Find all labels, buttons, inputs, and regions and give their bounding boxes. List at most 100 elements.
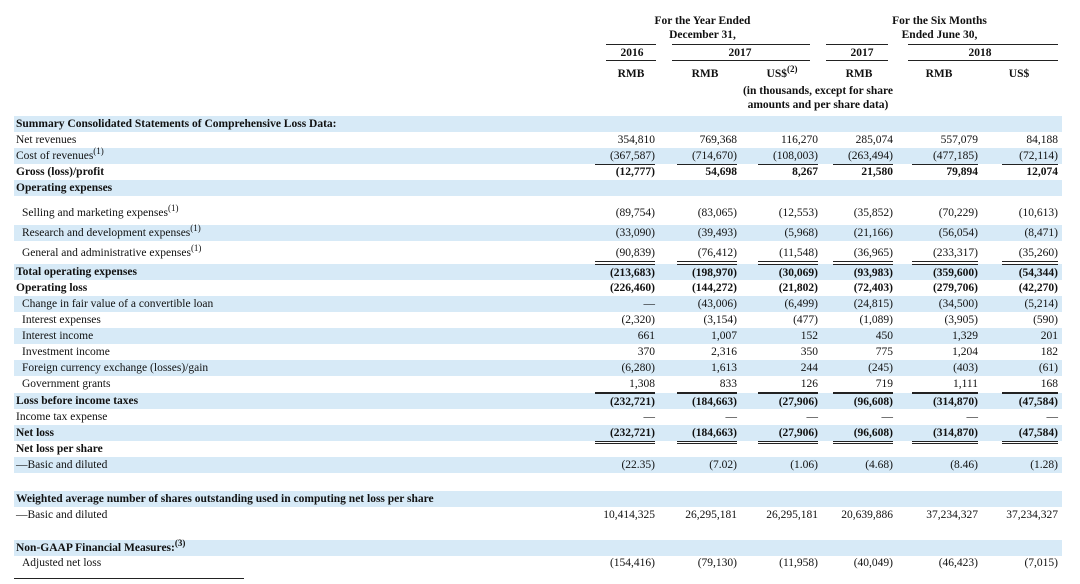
header-rule-six-month-group [908, 44, 1058, 45]
row-value: (8,471) [1024, 227, 1058, 239]
row-value: (33,090) [615, 227, 655, 239]
table-row: Net revenues 354,810 769,368 116,270 285,074… [14, 132, 1062, 148]
row-value: (35,260) [1002, 245, 1058, 262]
row-value: (233,317) [912, 245, 978, 262]
row-value: (56,054) [938, 227, 978, 239]
row-value: (27,906) [758, 393, 818, 410]
row-value: — [912, 409, 978, 426]
row-value: (1.06) [790, 459, 818, 471]
row-value: (477) [793, 314, 818, 326]
header-rule-2016 [606, 44, 656, 45]
row-value: (198,970) [677, 264, 737, 281]
row-value: 168 [1002, 376, 1058, 393]
row-value: (54,344) [1002, 264, 1058, 281]
table-row: Loss before income taxes (232,721) (184,66… [14, 393, 1062, 409]
row-label: —Basic and diluted [16, 459, 108, 471]
header-year-2016: 2016 [620, 47, 644, 59]
currency-col-4: RMB [845, 68, 873, 80]
row-value: — [595, 409, 655, 426]
row-value: 244 [800, 362, 818, 374]
row-label: Non-GAAP Financial Measures:(3) [16, 538, 186, 554]
row-value: (314,870) [912, 393, 978, 410]
header-rule-2017-six-bottom [826, 60, 888, 61]
row-value: (8.46) [950, 459, 978, 471]
row-value: (263,494) [833, 148, 893, 165]
row-label: Income tax expense [16, 411, 108, 423]
footnote-rule [14, 578, 244, 579]
table-row: Income tax expense — — — — — — [14, 409, 1062, 426]
row-value: (43,006) [697, 298, 737, 310]
row-value: 20,639,886 [841, 509, 893, 521]
row-label: Total operating expenses [16, 266, 137, 278]
table-row: Research and development expenses(1) (33,… [14, 223, 1062, 241]
currency-col-2: RMB [691, 68, 719, 80]
row-value: 370 [637, 346, 655, 358]
row-value: (3,154) [703, 314, 737, 326]
row-value: 1,204 [952, 346, 978, 358]
row-label: Summary Consolidated Statements of Compr… [16, 118, 337, 130]
row-label: Net loss [16, 427, 55, 439]
table-row: Summary Consolidated Statements of Compr… [14, 116, 1062, 132]
row-value: 84,188 [1026, 134, 1058, 146]
row-value: — [677, 409, 737, 426]
row-value: 719 [833, 376, 893, 393]
row-value: 450 [875, 330, 893, 342]
row-value: 1,007 [711, 330, 737, 342]
row-value: (47,584) [1002, 393, 1058, 410]
row-value: (21,166) [853, 227, 893, 239]
header-rule-year-bottom [672, 60, 810, 61]
row-label: General and administrative expenses(1) [22, 243, 202, 259]
row-value: 201 [1040, 330, 1058, 342]
row-value: (12,553) [778, 207, 818, 219]
row-value: (7,015) [1024, 557, 1058, 569]
row-label: Foreign currency exchange (losses)/gain [22, 362, 209, 374]
row-value: (24,815) [853, 298, 893, 310]
row-value: (10,613) [1018, 207, 1058, 219]
row-value: 26,295,181 [766, 509, 818, 521]
row-value: (2,320) [621, 314, 655, 326]
row-value: (61) [1038, 362, 1058, 374]
row-value: (72,403) [853, 282, 893, 294]
row-value: — [758, 409, 818, 426]
row-value: (1.28) [1030, 459, 1058, 471]
row-value: 8,267 [758, 164, 818, 181]
row-value: 10,414,325 [603, 509, 655, 521]
unit-note: (in thousands, except for share amounts … [742, 85, 894, 111]
row-value: (22.35) [621, 459, 655, 471]
row-value: (11,958) [779, 557, 818, 569]
row-value: 26,295,181 [685, 509, 737, 521]
table-row: —Basic and diluted 10,414,325 26,295,181 26… [14, 507, 1062, 523]
row-value: 557,079 [940, 134, 978, 146]
row-value: (367,587) [595, 148, 655, 165]
currency-usd-label: US$ [766, 68, 787, 80]
table-row: Adjusted net loss (154,416) (79,130) (11,95… [14, 555, 1062, 571]
table-row: Operating loss (226,460) (144,272) (21,802)… [14, 280, 1062, 296]
row-value: (245) [868, 362, 893, 374]
header-six-month-group: For the Six Months Ended June 30, [892, 15, 987, 41]
row-value: 1,613 [711, 362, 737, 374]
row-value: — [833, 409, 893, 426]
row-value: (4.68) [865, 459, 893, 471]
table-row: Change in fair value of a convertible lo… [14, 296, 1062, 312]
row-value: (76,412) [677, 245, 737, 262]
row-value: — [1002, 409, 1058, 426]
row-value: (232,721) [595, 393, 655, 410]
row-value: 1,329 [952, 330, 978, 342]
row-value: 354,810 [617, 134, 655, 146]
row-value: 182 [1040, 346, 1058, 358]
row-value: (213,683) [595, 264, 655, 281]
table-row: Government grants 1,308 833 126 719 1,111 168 [14, 376, 1062, 393]
table-row: Foreign currency exchange (losses)/gain (… [14, 360, 1062, 376]
header-rule-year-group [672, 44, 810, 45]
row-value: (12,777) [595, 164, 655, 181]
row-label: Research and development expenses(1) [22, 223, 201, 239]
row-value: 116,270 [781, 134, 818, 146]
row-value: (5,214) [1024, 298, 1058, 310]
table-row: Non-GAAP Financial Measures:(3) [14, 538, 1062, 556]
row-value: 661 [637, 330, 655, 342]
row-value: (72,114) [1002, 148, 1058, 165]
row-value: (35,852) [853, 207, 893, 219]
row-value: 2,316 [711, 346, 737, 358]
row-value: (359,600) [912, 264, 978, 281]
row-value: — [643, 298, 656, 310]
